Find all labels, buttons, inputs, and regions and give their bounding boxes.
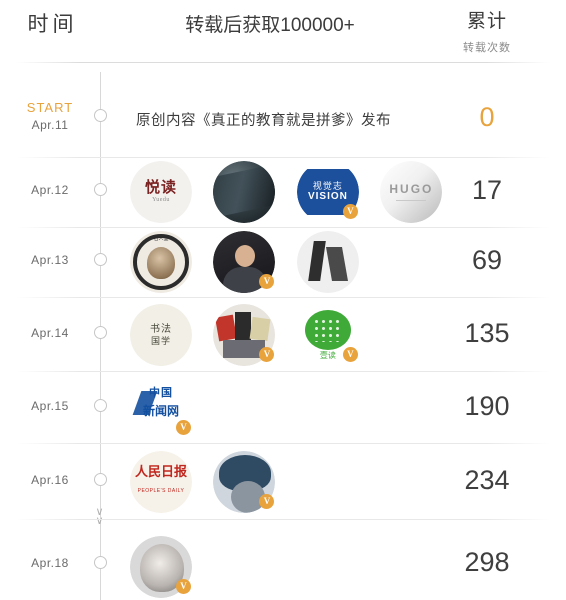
date-label: Apr.18: [0, 556, 100, 570]
row-note: 原创内容《真正的教育就是拼爹》发布: [136, 109, 391, 130]
avatar: HUGO: [380, 161, 442, 223]
date-cell: START Apr.11: [0, 100, 100, 132]
avatar-art-abstract: [297, 231, 359, 293]
timeline-node[interactable]: [94, 253, 107, 266]
timeline-node[interactable]: [94, 109, 107, 122]
verified-badge-icon: V: [259, 347, 274, 362]
avatar-subtext: VISION: [308, 191, 348, 202]
infographic-page: 时间 转载后获取100000+ 累计 转载次数 ∨ ∨ START Apr.11…: [0, 0, 566, 600]
avatar-group: 人民日报 PEOPLE'S DAILY V: [130, 451, 275, 513]
cumulative-count: 0: [437, 102, 537, 133]
header-divider: [16, 62, 550, 63]
avatar-group: 中国 新闻网 V: [130, 377, 192, 439]
timeline-node[interactable]: [94, 473, 107, 486]
timeline-node[interactable]: [94, 183, 107, 196]
avatar-text: 书法: [150, 324, 172, 335]
avatar: [297, 231, 359, 293]
avatar-group: 悦读 Yuedu 视觉志 VISION V: [130, 161, 442, 223]
verified-badge-icon: V: [259, 494, 274, 509]
avatar-art-portrait: 名人堂: [130, 231, 192, 293]
avatar-text: 中国: [130, 387, 192, 399]
avatar: 悦读 Yuedu: [130, 161, 192, 223]
avatar-item[interactable]: V: [130, 536, 192, 598]
verified-badge-icon: V: [176, 579, 191, 594]
avatar-text: 悦读: [145, 180, 177, 197]
avatar-art-dark-photo: [213, 161, 275, 223]
timeline-row: Apr.18 V 298: [0, 519, 566, 600]
avatar: [213, 161, 275, 223]
date-cell: Apr.13: [0, 253, 100, 267]
avatar-subtext: 新闻网: [130, 405, 192, 418]
start-label: START: [0, 100, 100, 115]
avatar-subtext: PEOPLE'S DAILY: [130, 489, 192, 495]
avatar-item[interactable]: [213, 161, 275, 223]
avatar: 书法 国学: [130, 304, 192, 366]
cumulative-count: 135: [437, 318, 537, 349]
avatar-subtext: 国学: [151, 336, 171, 346]
timeline-row: START Apr.11 原创内容《真正的教育就是拼爹》发布 0: [0, 86, 566, 160]
avatar-art-calligraphy: 书法 国学: [130, 304, 192, 366]
header-main-label: 转载后获取100000+: [105, 10, 435, 37]
avatar-text: 视觉志: [313, 181, 343, 191]
header-total-column: 累计 转载次数: [437, 6, 537, 55]
avatar-group: V: [130, 536, 192, 598]
cumulative-count: 69: [437, 245, 537, 276]
avatar-group: 书法 国学 V 壹读 V: [130, 304, 359, 366]
timeline-row: Apr.13 名人堂 V: [0, 227, 566, 299]
date-label: Apr.12: [0, 183, 100, 197]
timeline-row: Apr.14 书法 国学 V: [0, 297, 566, 373]
avatar-group: 名人堂 V: [130, 231, 359, 293]
verified-badge-icon: V: [343, 204, 358, 219]
avatar-text: HUGO: [389, 183, 433, 196]
table-header: 时间 转载后获取100000+ 累计 转载次数: [0, 0, 566, 62]
timeline-node[interactable]: [94, 399, 107, 412]
date-cell: Apr.18: [0, 556, 100, 570]
header-total-label: 累计: [437, 6, 537, 33]
avatar-item[interactable]: HUGO: [380, 161, 442, 223]
avatar-text: 人民日报: [130, 465, 192, 480]
avatar-art-hugo: HUGO: [380, 161, 442, 223]
cumulative-count: 17: [437, 175, 537, 206]
avatar-item[interactable]: 视觉志 VISION V: [297, 161, 359, 223]
avatar-text: 名人堂: [138, 237, 184, 249]
date-cell: Apr.16: [0, 473, 100, 487]
avatar-art-rmrb: 人民日报 PEOPLE'S DAILY: [130, 451, 192, 513]
avatar-item[interactable]: V: [213, 231, 275, 293]
verified-badge-icon: V: [259, 274, 274, 289]
avatar-art-yuedu: 悦读 Yuedu: [130, 161, 192, 223]
timeline-node[interactable]: [94, 556, 107, 569]
avatar-item[interactable]: V: [213, 304, 275, 366]
date-label: Apr.16: [0, 473, 100, 487]
avatar-item[interactable]: 中国 新闻网 V: [130, 377, 192, 439]
date-cell: Apr.12: [0, 183, 100, 197]
timeline-node[interactable]: [94, 326, 107, 339]
cumulative-count: 298: [437, 547, 537, 578]
date-label: Apr.11: [0, 118, 100, 132]
date-label: Apr.15: [0, 399, 100, 413]
cumulative-count: 190: [437, 391, 537, 422]
avatar-item[interactable]: V: [213, 451, 275, 513]
header-total-sublabel: 转载次数: [437, 39, 537, 55]
timeline-row: Apr.15 中国 新闻网 V 190: [0, 371, 566, 445]
cumulative-count: 234: [437, 465, 537, 496]
avatar-subtext: Yuedu: [152, 197, 170, 204]
avatar: 名人堂: [130, 231, 192, 293]
avatar-item[interactable]: 书法 国学: [130, 304, 192, 366]
avatar-item[interactable]: 人民日报 PEOPLE'S DAILY: [130, 451, 192, 513]
date-cell: Apr.15: [0, 399, 100, 413]
avatar-item[interactable]: [297, 231, 359, 293]
verified-badge-icon: V: [343, 347, 358, 362]
header-time-label: 时间: [0, 8, 105, 38]
date-label: Apr.14: [0, 326, 100, 340]
avatar-item[interactable]: 悦读 Yuedu: [130, 161, 192, 223]
date-cell: Apr.14: [0, 326, 100, 340]
timeline-row: Apr.16 人民日报 PEOPLE'S DAILY V 234: [0, 443, 566, 521]
avatar-item[interactable]: 壹读 V: [297, 304, 359, 366]
timeline-row: Apr.12 悦读 Yuedu: [0, 157, 566, 229]
avatar: 人民日报 PEOPLE'S DAILY: [130, 451, 192, 513]
avatar-item[interactable]: 名人堂: [130, 231, 192, 293]
date-label: Apr.13: [0, 253, 100, 267]
verified-badge-icon: V: [176, 420, 191, 435]
